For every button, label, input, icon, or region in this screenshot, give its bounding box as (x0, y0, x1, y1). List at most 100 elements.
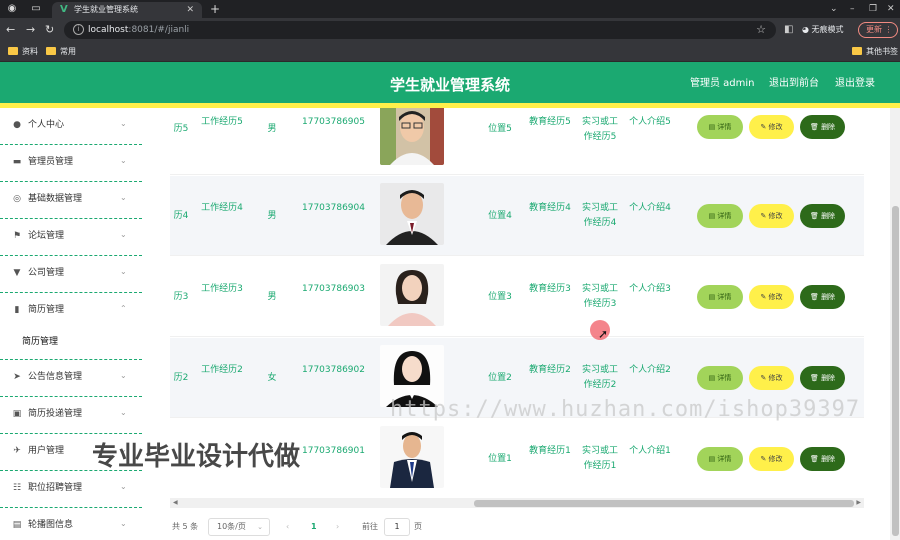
send-icon: ➤ (13, 372, 21, 382)
detail-button[interactable]: ▤ 详情 (697, 366, 743, 390)
cell-phone: 17703786902 (302, 365, 365, 375)
edit-icon: ✎ (760, 293, 769, 301)
detail-button[interactable]: ▤ 详情 (697, 285, 743, 309)
browser-menu-icon[interactable]: ◉ (6, 3, 18, 15)
back-icon[interactable]: ← (6, 23, 15, 37)
detail-button[interactable]: ▤ 详情 (697, 115, 743, 139)
app-header: 学生就业管理系统 管理员 admin 退出到前台 退出登录 (0, 62, 900, 108)
delete-button[interactable]: 🗑 删除 (800, 366, 845, 390)
watermark-text: 专业毕业设计代做 (92, 442, 301, 472)
restore-icon[interactable]: ❐ (869, 3, 877, 15)
forward-icon[interactable]: → (26, 23, 35, 37)
delete-button[interactable]: 🗑 删除 (800, 115, 845, 139)
info-icon[interactable]: i (73, 24, 84, 35)
goto-label: 前往 (362, 522, 378, 531)
sidebar-item-basic-data[interactable]: ◎ 基础数据管理 ⌄ (0, 182, 142, 219)
page-size-select[interactable]: 10条/页 ⌄ (208, 518, 270, 536)
cell-location: 位置1 (488, 454, 512, 464)
sidebar-item-admin[interactable]: ▬ 管理员管理 ⌄ (0, 145, 142, 182)
sidebar-item-carousel[interactable]: ▤ 轮播图信息 ⌄ (0, 508, 142, 540)
cell-edu: 教育经历4 (529, 203, 571, 213)
reload-icon[interactable]: ↻ (45, 23, 54, 37)
chevron-down-icon: ⌄ (120, 119, 127, 128)
chevron-down-icon: ⌄ (120, 230, 127, 239)
main-content: 历5 工作经历5 男 17703786905 位置5 教育经历5 实习或工作经历… (142, 108, 900, 540)
edit-button[interactable]: ✎ 修改 (749, 285, 794, 309)
browser-tab[interactable]: V 学生就业管理系统 ✕ (52, 2, 202, 18)
chevron-down-icon: ⌄ (120, 519, 127, 528)
cell-location: 位置3 (488, 292, 512, 302)
incognito-label[interactable]: ◕ 无痕模式 (802, 24, 844, 36)
sidebar-item-jobs[interactable]: ☷ 职位招聘管理 ⌄ (0, 471, 142, 508)
back-to-front-link[interactable]: 退出到前台 (769, 77, 819, 91)
scrollbar-thumb[interactable] (892, 206, 899, 536)
sidebar-subitem-resume[interactable]: 简历管理 (0, 324, 142, 360)
close-icon[interactable]: ✕ (186, 4, 194, 16)
url-input[interactable]: i localhost:8081/#/jianli ☆ (64, 21, 776, 39)
scroll-left-icon[interactable]: ◀ (173, 498, 178, 508)
logout-link[interactable]: 退出登录 (835, 77, 875, 91)
scroll-right-icon[interactable]: ▶ (856, 498, 861, 508)
goto-page-input[interactable]: 1 (384, 518, 410, 536)
window-close-icon[interactable]: ✕ (887, 3, 895, 15)
chevron-down-icon[interactable]: ⌄ (830, 3, 838, 15)
incognito-icon: ◕ (802, 25, 812, 34)
edit-button[interactable]: ✎ 修改 (749, 447, 794, 471)
cell-phone: 17703786901 (302, 446, 365, 456)
minimize-icon[interactable]: – (850, 3, 855, 15)
page-title: 学生就业管理系统 (389, 76, 510, 94)
cell-gender: 男 (267, 211, 277, 221)
sidebar-item-personal[interactable]: ● 个人中心 ⌄ (0, 108, 142, 145)
next-page-icon[interactable]: › (336, 521, 339, 533)
other-bookmarks[interactable]: 其他书签 (852, 46, 898, 58)
cell-phone: 17703786905 (302, 117, 365, 127)
horizontal-scrollbar[interactable]: ◀ ▶ (170, 498, 864, 508)
sidebar-item-company[interactable]: ▼ 公司管理 ⌄ (0, 256, 142, 293)
page-number[interactable]: 1 (311, 521, 317, 533)
delete-button[interactable]: 🗑 删除 (800, 204, 845, 228)
edit-button[interactable]: ✎ 修改 (749, 366, 794, 390)
prev-page-icon[interactable]: ‹ (286, 521, 289, 533)
vertical-scrollbar[interactable] (890, 108, 900, 540)
cell-name: 历2 (173, 373, 189, 383)
sidebar-item-notice[interactable]: ➤ 公告信息管理 ⌄ (0, 360, 142, 397)
delete-button[interactable]: 🗑 删除 (800, 447, 845, 471)
watermark-url: https://www.huzhan.com/ishop39397 (390, 397, 861, 422)
detail-button[interactable]: ▤ 详情 (697, 204, 743, 228)
vue-logo-icon: V (60, 4, 68, 15)
grid-icon: ☷ (12, 483, 22, 493)
person-icon: ● (13, 120, 21, 130)
table-row: 历3 工作经历3 男 17703786903 位置3 教育经历3 实习或工作经历… (170, 257, 864, 337)
window-icon[interactable]: ▭ (30, 3, 42, 15)
bookmark-folder[interactable]: 资料 (8, 46, 38, 58)
cell-phone: 17703786904 (302, 203, 365, 213)
cell-intro: 个人介绍5 (629, 117, 671, 127)
bookmark-star-icon[interactable]: ☆ (756, 23, 766, 37)
detail-button[interactable]: ▤ 详情 (697, 447, 743, 471)
url-host: localhost (88, 25, 129, 35)
edit-button[interactable]: ✎ 修改 (749, 115, 794, 139)
pagination: 共 5 条 10条/页 ⌄ ‹ 1 › 前往 1 页 (170, 516, 870, 538)
cell-work: 工作经历4 (201, 203, 243, 213)
update-button[interactable]: 更新 ⋮ (858, 22, 898, 38)
cell-intern: 实习或工作经历4 (581, 203, 618, 228)
page-unit: 页 (414, 522, 422, 531)
chevron-down-icon: ⌄ (257, 523, 263, 531)
cell-intern: 实习或工作经历3 (581, 284, 618, 309)
cell-edu: 教育经历1 (529, 446, 571, 456)
chevron-down-icon: ⌄ (120, 408, 127, 417)
bookmark-folder[interactable]: 常用 (46, 46, 76, 58)
sidebar-panel-icon[interactable]: ◧ (784, 24, 793, 36)
edit-button[interactable]: ✎ 修改 (749, 204, 794, 228)
cell-intro: 个人介绍4 (629, 203, 671, 213)
sidebar-item-resume-delivery[interactable]: ▣ 简历投递管理 ⌄ (0, 397, 142, 434)
cell-work: 工作经历2 (201, 365, 243, 375)
new-tab-icon[interactable]: + (210, 2, 220, 16)
edit-icon: ✎ (760, 455, 769, 463)
scrollbar-thumb[interactable] (474, 500, 854, 507)
table-row: 历5 工作经历5 男 17703786905 位置5 教育经历5 实习或工作经历… (170, 108, 864, 175)
sidebar-item-forum[interactable]: ⚑ 论坛管理 ⌄ (0, 219, 142, 256)
chevron-down-icon: ⌄ (120, 193, 127, 202)
delete-button[interactable]: 🗑 删除 (800, 285, 845, 309)
avatar (380, 183, 444, 245)
